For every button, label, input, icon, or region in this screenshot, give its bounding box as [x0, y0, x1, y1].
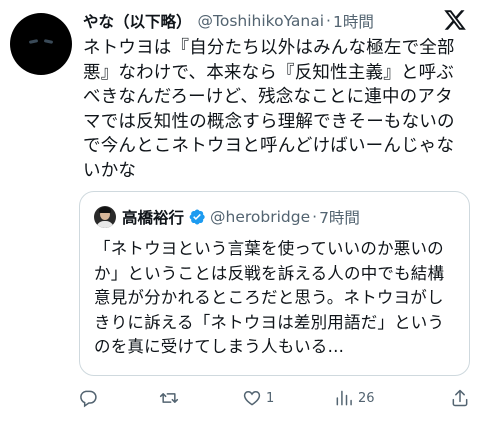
reply-icon: [80, 390, 97, 408]
verified-badge-icon: [189, 209, 205, 225]
avatar-eye-left: [28, 39, 39, 44]
author-display-name[interactable]: やな（以下略）: [83, 10, 192, 32]
avatar-hair: [99, 207, 111, 213]
x-logo-icon: [444, 10, 466, 30]
reply-button[interactable]: [78, 386, 102, 410]
heart-icon: [243, 390, 261, 406]
quoted-tweet-timestamp: 7時間: [319, 209, 360, 227]
like-count: 1: [266, 390, 275, 406]
retweet-button[interactable]: [159, 386, 183, 410]
quoted-tweet-header: 高橋裕行 @herobridge · 7時間: [94, 205, 360, 229]
view-count: 26: [358, 390, 375, 406]
share-icon: [452, 389, 468, 407]
header-separator: ·: [326, 12, 331, 30]
quoted-author-avatar: [94, 206, 116, 228]
quoted-header-separator: ·: [312, 208, 318, 226]
retweet-icon: [159, 393, 179, 403]
tweet-header: やな（以下略） @ToshihikoYanai · 1時間: [83, 9, 443, 33]
avatar-eye-right: [43, 39, 54, 44]
share-button[interactable]: [450, 386, 470, 410]
like-button[interactable]: 1: [242, 386, 274, 410]
avatar-shirt: [96, 221, 114, 228]
quoted-tweet-text: 「ネトウヨという言葉を使っていいのか悪いのか」ということは反戦を訴える人の中でも…: [94, 239, 445, 356]
views-chart-icon: [336, 390, 352, 406]
tweet-text: ネトウヨは『自分たち以外はみんな極左で全部悪』なわけで、本来なら『反知性主義』と…: [83, 38, 455, 181]
quoted-author-display-name: 高橋裕行: [122, 209, 185, 227]
quoted-tweet-card[interactable]: 高橋裕行 @herobridge · 7時間 「ネトウヨという言葉を使っていいの…: [79, 191, 470, 376]
quoted-author-handle: @herobridge: [210, 208, 311, 226]
author-avatar[interactable]: [10, 13, 72, 75]
action-bar: 1 26: [78, 386, 470, 410]
tweet-timestamp[interactable]: 1時間: [333, 10, 374, 32]
author-handle[interactable]: @ToshihikoYanai: [198, 12, 325, 30]
views-button[interactable]: 26: [334, 386, 375, 410]
